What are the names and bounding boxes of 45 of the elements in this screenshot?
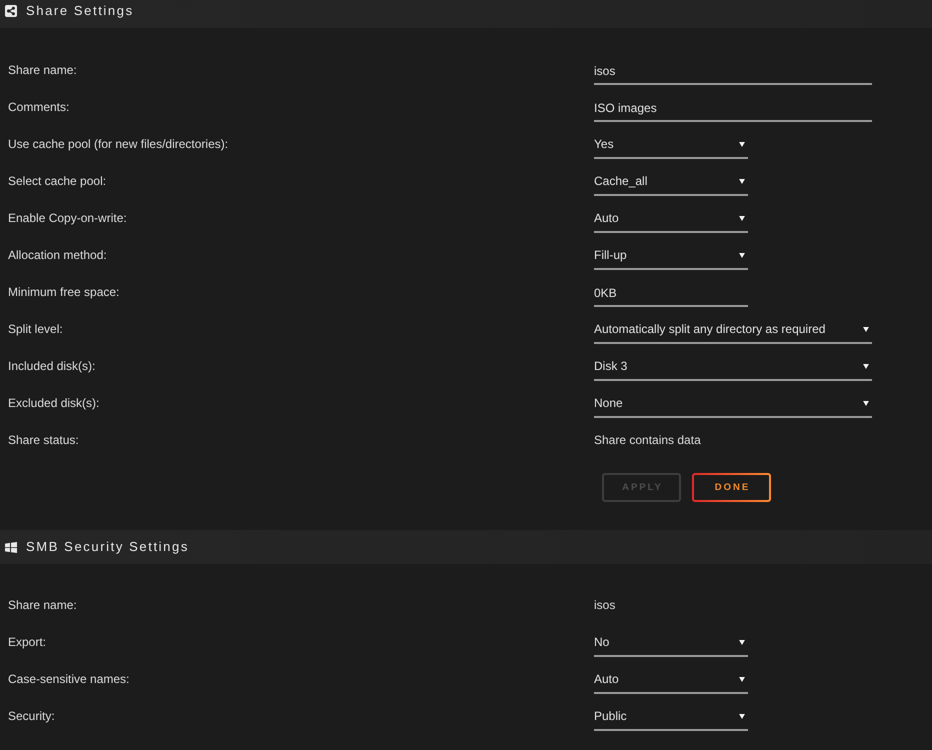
- field-label: Enable Copy-on-write:: [7, 211, 127, 226]
- dropdown[interactable]: Auto: [594, 666, 748, 694]
- text-field[interactable]: 0KB: [594, 278, 748, 306]
- dropdown[interactable]: Auto: [594, 204, 748, 232]
- caret-icon: [739, 640, 745, 645]
- dropdown[interactable]: Public: [594, 702, 748, 730]
- caret-icon: [739, 179, 745, 184]
- caret-icon: [739, 253, 745, 258]
- section-title: SMB Security Settings: [26, 539, 189, 555]
- caret-icon: [739, 677, 745, 682]
- dropdown[interactable]: Automatically split any directory as required: [594, 316, 872, 344]
- field-label: Share status:: [7, 433, 79, 448]
- caret-icon: [863, 401, 869, 406]
- dropdown[interactable]: Disk 3: [594, 352, 872, 380]
- field-label: Share name:: [7, 598, 77, 613]
- caret-icon: [739, 216, 745, 221]
- dropdown[interactable]: Cache_all: [594, 168, 748, 196]
- field-label: Allocation method:: [7, 248, 107, 263]
- action-button[interactable]: DONE: [692, 473, 771, 502]
- caret-icon: [863, 364, 869, 369]
- four-panes-icon: [5, 542, 17, 552]
- field-label: Share name:: [7, 63, 77, 78]
- dropdown[interactable]: None: [594, 390, 872, 418]
- field-label: Security:: [7, 709, 55, 724]
- share-icon: [5, 5, 17, 17]
- field-label: Excluded disk(s):: [7, 396, 100, 411]
- field-label: Export:: [7, 635, 46, 650]
- caret-icon: [863, 327, 869, 332]
- section-title: Share Settings: [26, 3, 134, 19]
- caret-icon: [739, 714, 745, 719]
- field-label: Select cache pool:: [7, 174, 106, 189]
- dropdown[interactable]: Yes: [594, 130, 748, 158]
- field-label: Comments:: [7, 100, 70, 115]
- dropdown[interactable]: No: [594, 628, 748, 656]
- value-text: isos: [594, 598, 616, 613]
- dropdown[interactable]: Fill-up: [594, 242, 748, 270]
- field-label: Case-sensitive names:: [7, 672, 130, 687]
- text-field[interactable]: ISO images: [594, 94, 872, 122]
- value-text: Share contains data: [594, 433, 701, 448]
- field-label: Minimum free space:: [7, 285, 120, 300]
- field-label: Included disk(s):: [7, 359, 96, 374]
- text-field[interactable]: isos: [594, 56, 872, 84]
- caret-icon: [739, 142, 745, 147]
- field-label: Use cache pool (for new files/directories):: [7, 137, 228, 152]
- field-label: Split level:: [7, 322, 63, 337]
